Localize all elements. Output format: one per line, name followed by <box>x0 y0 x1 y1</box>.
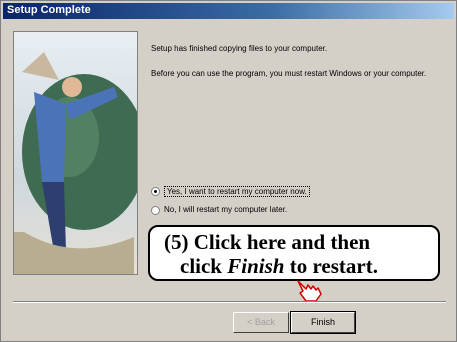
button-separator <box>13 301 446 303</box>
finish-button[interactable]: Finish <box>290 311 356 334</box>
back-button[interactable]: < Back <box>233 312 289 333</box>
restart-later-radio[interactable] <box>151 206 160 215</box>
callout-line-2: click Finish to restart. <box>180 254 378 278</box>
window-title: Setup Complete <box>7 4 91 16</box>
callout-line-1: (5) Click here and then <box>164 230 371 254</box>
title-bar: Setup Complete <box>3 3 454 19</box>
restart-message: Before you can use the program, you must… <box>151 69 427 78</box>
finished-message: Setup has finished copying files to your… <box>151 44 328 53</box>
hand-pointer-icon <box>294 277 324 303</box>
instruction-callout: (5) Click here and then click Finish to … <box>148 225 440 281</box>
restart-now-radio[interactable] <box>151 187 160 196</box>
restart-now-label[interactable]: Yes, I want to restart my computer now. <box>164 186 310 197</box>
restart-later-label[interactable]: No, I will restart my computer later. <box>164 205 287 214</box>
setup-illustration <box>13 31 138 275</box>
setup-complete-dialog: Setup Complete Setup has finished copyin… <box>0 0 457 342</box>
